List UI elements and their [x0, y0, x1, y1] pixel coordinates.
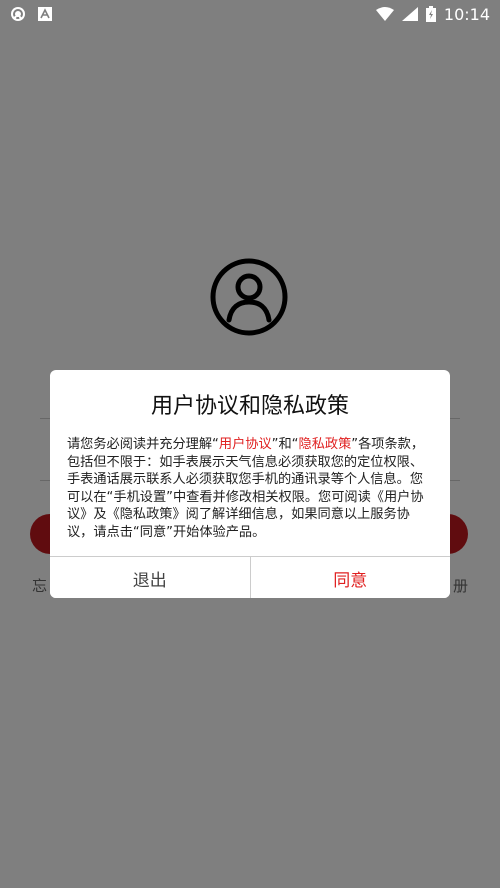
dialog-button-row: 退出 同意: [50, 556, 450, 598]
a-badge-icon: [38, 7, 52, 21]
dialog-title: 用户协议和隐私政策: [150, 394, 349, 419]
signal-icon: [401, 7, 418, 21]
status-time: 10:14: [443, 4, 490, 24]
body-text-3: ”各项条款，包括但不限于：如手表展示天气信息必须获取您的定位权限、手表通话展示联…: [67, 437, 425, 540]
privacy-dialog: 用户协议和隐私政策 请您务必阅读并充分理解“用户协议”和“隐私政策”各项条款，包…: [50, 370, 450, 598]
status-bar: 10:14: [0, 0, 500, 28]
exit-button[interactable]: 退出: [50, 557, 251, 598]
privacy-policy-link[interactable]: 隐私政策: [299, 437, 352, 452]
dialog-body: 请您务必阅读并充分理解“用户协议”和“隐私政策”各项条款，包括但不限于：如手表展…: [67, 436, 435, 542]
battery-icon: [425, 6, 436, 22]
agree-button[interactable]: 同意: [250, 557, 450, 598]
sync-icon: [11, 7, 25, 21]
user-agreement-link[interactable]: 用户协议: [219, 437, 272, 452]
body-text-2: ”和“: [271, 437, 299, 452]
wifi-icon: [375, 7, 394, 21]
body-text-1: 请您务必阅读并充分理解“: [67, 437, 219, 452]
